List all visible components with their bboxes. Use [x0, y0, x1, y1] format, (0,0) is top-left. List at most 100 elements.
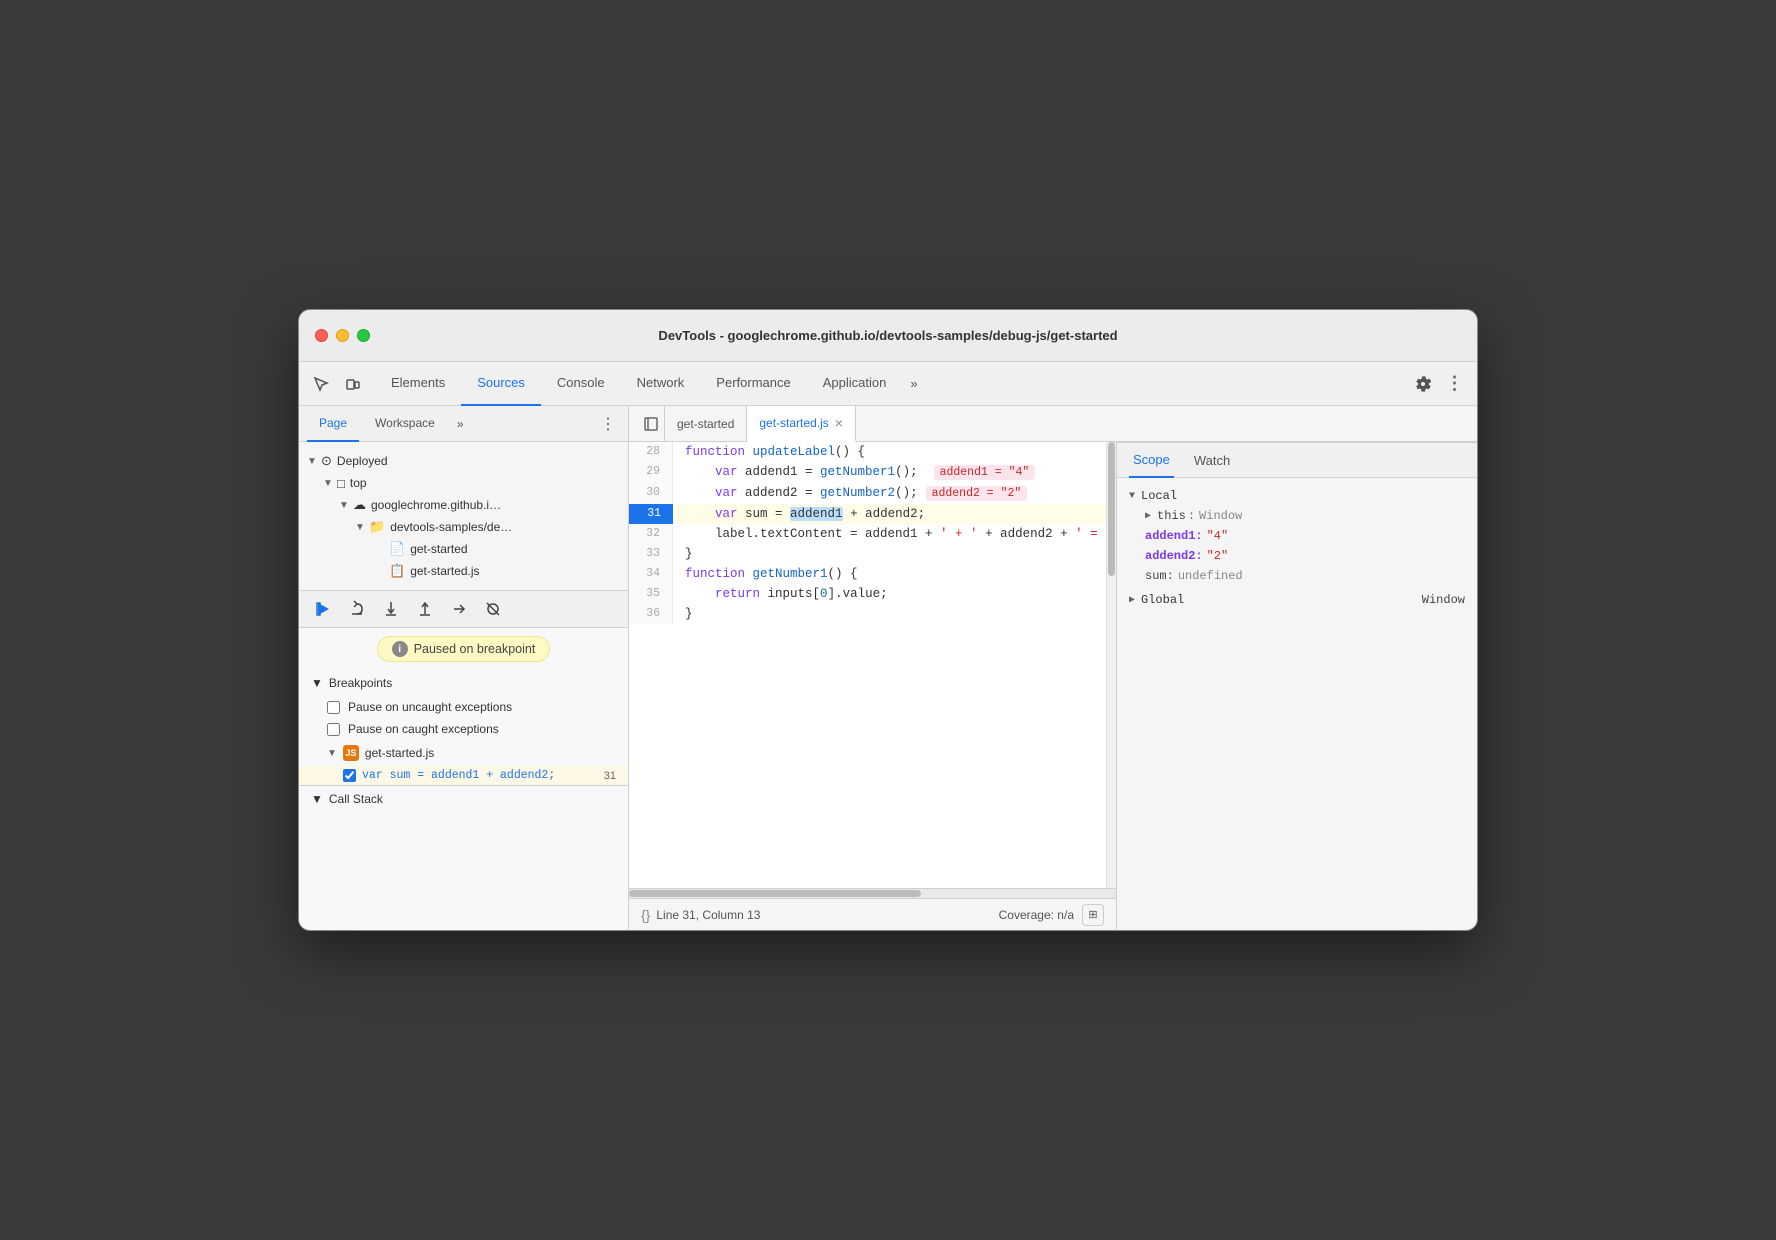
step-button[interactable] [447, 597, 471, 621]
main-tabs: Elements Sources Console Network Perform… [375, 362, 1405, 406]
statusbar-left: {} Line 31, Column 13 [641, 907, 760, 923]
scope-sum-val: undefined [1178, 569, 1243, 583]
line-content-36: } [673, 604, 1106, 624]
line-num-34[interactable]: 34 [629, 564, 673, 584]
breakpoint-code: var sum = addend1 + addend2; [362, 769, 598, 782]
scope-this-colon: : [1188, 509, 1195, 523]
call-stack-section-header[interactable]: ▼ Call Stack [299, 785, 628, 812]
paused-label: Paused on breakpoint [414, 642, 536, 656]
tree-label-html: get-started [410, 542, 467, 556]
line-num-30[interactable]: 30 [629, 483, 673, 504]
scope-global-header[interactable]: ▶ Global Window [1117, 590, 1477, 610]
toggle-sidebar-button[interactable] [637, 406, 665, 442]
line-content-33: } [673, 544, 1106, 564]
tab-network[interactable]: Network [621, 362, 701, 406]
line-num-28[interactable]: 28 [629, 442, 673, 462]
domain-icon: ☁ [353, 497, 366, 513]
statusbar-right: Coverage: n/a ⊞ [999, 904, 1104, 926]
scope-addend2-key: addend2: [1145, 549, 1203, 563]
line-num-31[interactable]: 31 [629, 504, 673, 524]
vertical-scrollbar[interactable] [1106, 442, 1116, 888]
settings-button[interactable] [1409, 370, 1437, 398]
breakpoint-checkbox[interactable] [343, 769, 356, 782]
inline-value-addend2: addend2 = "2" [926, 486, 1028, 501]
inspect-element-button[interactable] [307, 370, 335, 398]
tab-page[interactable]: Page [307, 406, 359, 442]
tab-elements[interactable]: Elements [375, 362, 461, 406]
tab-sources[interactable]: Sources [461, 362, 541, 406]
traffic-lights [315, 329, 370, 342]
scope-this-key: this [1157, 509, 1186, 523]
code-area: 28 function updateLabel() { 29 var adden… [629, 442, 1117, 930]
maximize-button[interactable] [357, 329, 370, 342]
tab-console[interactable]: Console [541, 362, 621, 406]
tree-folder[interactable]: ▼ 📁 devtools-samples/de… [299, 516, 569, 538]
devtools-window: DevTools - googlechrome.github.io/devtoo… [298, 309, 1478, 931]
tree-top[interactable]: ▼ □ top [299, 472, 628, 494]
scope-this-row[interactable]: ▶ this : Window [1117, 506, 1477, 526]
more-tabs-button[interactable]: » [902, 362, 925, 406]
minimize-button[interactable] [336, 329, 349, 342]
device-toolbar-button[interactable] [339, 370, 367, 398]
more-sidebar-tabs[interactable]: » [451, 417, 470, 431]
tree-deployed[interactable]: ▼ ⊙ Deployed [299, 450, 628, 472]
code-statusbar: {} Line 31, Column 13 Coverage: n/a ⊞ [629, 898, 1116, 930]
top-icon: □ [337, 476, 345, 491]
tab-get-started[interactable]: get-started [665, 406, 747, 442]
line-num-35[interactable]: 35 [629, 584, 673, 604]
pause-uncaught-label: Pause on uncaught exceptions [348, 700, 512, 714]
tab-scope[interactable]: Scope [1129, 442, 1174, 478]
pause-uncaught-checkbox[interactable] [327, 701, 340, 714]
sidebar-menu-button[interactable]: ⋮ [596, 412, 620, 436]
step-out-button[interactable] [413, 597, 437, 621]
line-num-33[interactable]: 33 [629, 544, 673, 564]
pause-caught-checkbox[interactable] [327, 723, 340, 736]
tab-application[interactable]: Application [807, 362, 903, 406]
code-editor[interactable]: 28 function updateLabel() { 29 var adden… [629, 442, 1106, 888]
hscroll-thumb[interactable] [629, 890, 921, 897]
scope-addend2-row: addend2: "2" [1117, 546, 1477, 566]
line-num-32[interactable]: 32 [629, 524, 673, 544]
step-over-button[interactable] [345, 597, 369, 621]
pause-caught-row: Pause on caught exceptions [299, 718, 628, 740]
tree-file-html[interactable]: 📄 get-started [299, 538, 628, 560]
code-line-36: 36 } [629, 604, 1106, 624]
scope-addend1-key: addend1: [1145, 529, 1203, 543]
deactivate-breakpoints-button[interactable] [481, 597, 505, 621]
horizontal-scrollbar[interactable] [629, 888, 1116, 898]
line-content-35: return inputs[0].value; [673, 584, 1106, 604]
tab-watch[interactable]: Watch [1190, 442, 1234, 478]
line-num-29[interactable]: 29 [629, 462, 673, 483]
code-line-32: 32 label.textContent = addend1 + ' + ' +… [629, 524, 1106, 544]
cursor-position: Line 31, Column 13 [656, 908, 760, 922]
close-tab-icon[interactable]: × [835, 416, 843, 430]
code-line-30: 30 var addend2 = getNumber2();addend2 = … [629, 483, 1106, 504]
more-options-button[interactable]: ⋮ [1441, 370, 1469, 398]
devtools-toolbar: Elements Sources Console Network Perform… [299, 362, 1477, 406]
scope-addend2-val: "2" [1207, 549, 1229, 563]
scope-local-header[interactable]: ▼ Local [1117, 486, 1477, 506]
line-content-32: label.textContent = addend1 + ' + ' + ad… [673, 524, 1106, 544]
resume-button[interactable] [311, 597, 335, 621]
this-arrow: ▶ [1145, 510, 1151, 522]
tab-workspace[interactable]: Workspace [363, 406, 447, 442]
scrollbar-thumb[interactable] [1108, 442, 1115, 576]
pause-caught-label: Pause on caught exceptions [348, 722, 499, 736]
line-num-36[interactable]: 36 [629, 604, 673, 624]
tree-label-top: top [350, 476, 367, 490]
right-panel: get-started get-started.js × [629, 406, 1477, 930]
coverage-label: Coverage: n/a [999, 908, 1074, 922]
coverage-detail-button[interactable]: ⊞ [1082, 904, 1104, 926]
breakpoints-section-header[interactable]: ▼ Breakpoints [299, 670, 628, 696]
close-button[interactable] [315, 329, 328, 342]
step-into-button[interactable] [379, 597, 403, 621]
paused-badge: i Paused on breakpoint [377, 636, 551, 662]
tab-get-started-js[interactable]: get-started.js × [747, 406, 856, 442]
tab-performance[interactable]: Performance [700, 362, 806, 406]
tree-label-folder: devtools-samples/de… [390, 520, 512, 534]
code-lines: 28 function updateLabel() { 29 var adden… [629, 442, 1106, 624]
scope-addend1-row: addend1: "4" [1117, 526, 1477, 546]
breakpoint-line-row[interactable]: var sum = addend1 + addend2; 31 [299, 766, 628, 785]
tree-file-js[interactable]: 📋 get-started.js [299, 560, 628, 582]
tree-domain[interactable]: ▼ ☁ googlechrome.github.i… [299, 494, 579, 516]
